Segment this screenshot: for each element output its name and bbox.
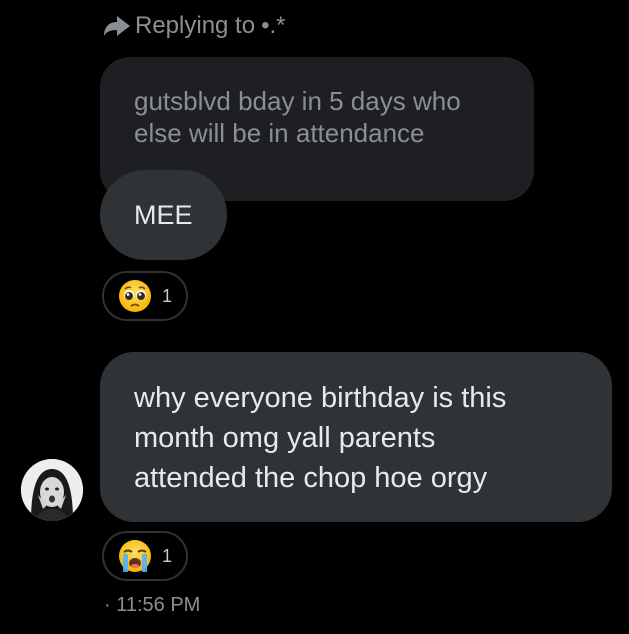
- reply-target[interactable]: •.*: [261, 12, 285, 40]
- reaction-count: 1: [162, 545, 173, 566]
- reaction-pill[interactable]: 1: [102, 531, 189, 581]
- dm-conversation: Replying to •.* gutsblvd bday in 5 days …: [0, 0, 629, 634]
- reply-header: Replying to •.*: [103, 10, 286, 42]
- quoted-text-line: else will be in attendance: [134, 118, 425, 148]
- quoted-text-line: gutsblvd bday in 5 days who: [134, 86, 461, 116]
- pleading-face-icon: [118, 279, 152, 313]
- reply-message-text: MEE: [134, 199, 193, 230]
- avatar[interactable]: [21, 459, 83, 521]
- reaction-pill[interactable]: 1: [102, 271, 189, 321]
- message-bubble[interactable]: why everyone birthday is this month omg …: [100, 352, 612, 522]
- reply-message-bubble[interactable]: MEE: [100, 170, 227, 260]
- message-timestamp: · 11:56 PM: [104, 594, 201, 616]
- message-text-line: month omg yall parents: [134, 422, 436, 454]
- message-text-line: why everyone birthday is this: [134, 382, 507, 414]
- reply-arrow-icon: [103, 14, 131, 38]
- reply-label: Replying to: [135, 12, 256, 39]
- message-text-line: attended the chop hoe orgy: [134, 462, 488, 494]
- reaction-count: 1: [162, 285, 173, 306]
- loudly-crying-face-icon: [118, 539, 152, 573]
